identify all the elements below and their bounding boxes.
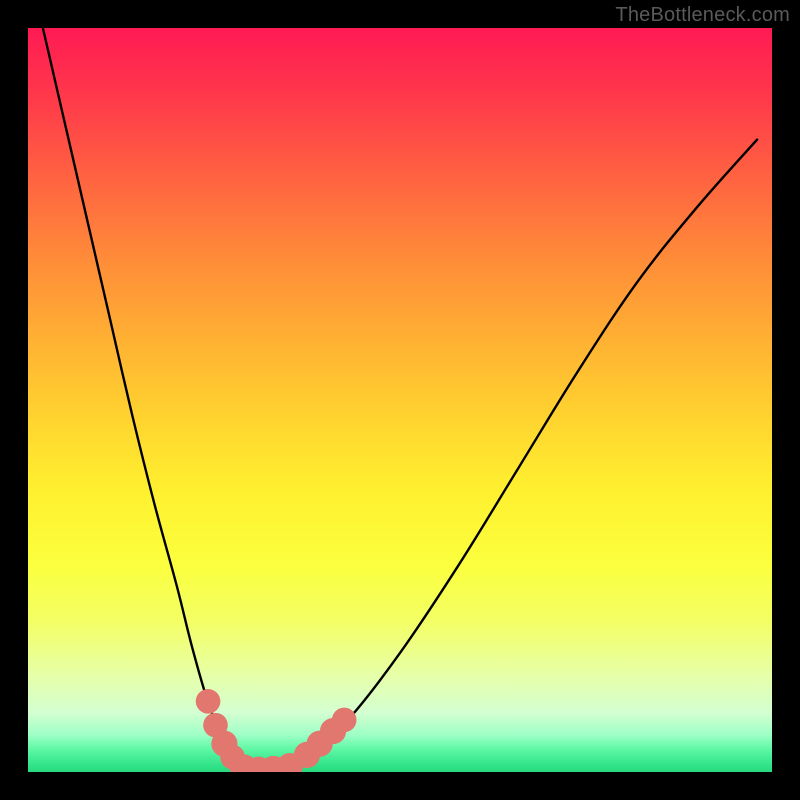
curve-markers bbox=[196, 689, 357, 772]
bottleneck-curve bbox=[43, 28, 757, 772]
chart-frame: TheBottleneck.com bbox=[0, 0, 800, 800]
watermark-text: TheBottleneck.com bbox=[615, 4, 790, 27]
curve-marker bbox=[332, 708, 357, 733]
curve-layer bbox=[28, 28, 772, 772]
plot-area bbox=[28, 28, 772, 772]
curve-marker bbox=[196, 689, 221, 714]
